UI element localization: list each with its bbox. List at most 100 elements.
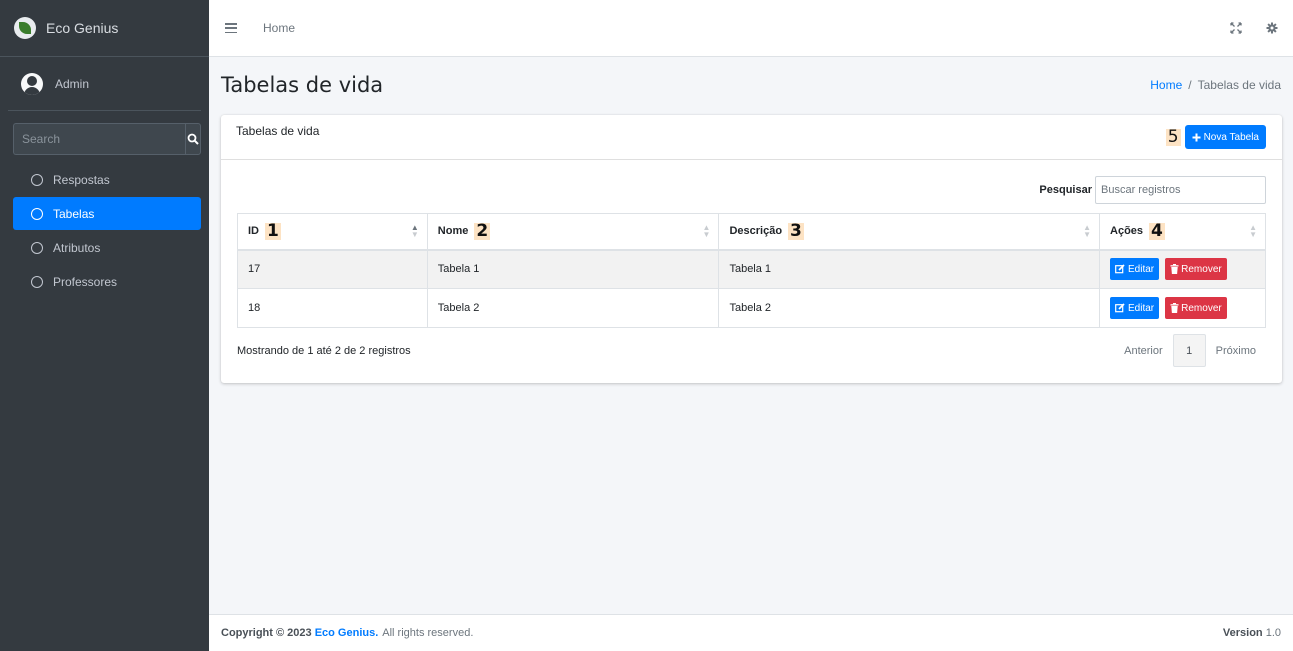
circle-icon [31,207,43,220]
breadcrumb-current: Tabelas de vida [1197,78,1281,92]
column-label: Nome [437,225,469,238]
remove-label: Remover [1181,263,1222,275]
footer-brand-link[interactable]: Eco Genius. [315,627,379,639]
cell-descricao: Tabela 2 [718,288,1101,328]
pagination: Anterior 1 Próximo [1114,334,1266,367]
user-name[interactable]: Admin [55,77,89,91]
pagination-next[interactable]: Próximo [1206,335,1266,367]
annotation-marker: 3 [788,220,804,241]
cell-id: 18 [237,288,428,328]
sidebar-item-tabelas[interactable]: Tabelas [13,197,201,230]
column-label: ID [248,225,259,238]
sort-icon: ▲ ▼ [1083,223,1092,239]
edit-icon [1115,303,1125,313]
circle-icon [31,275,43,288]
eco-genius-logo-icon [14,17,36,39]
cell-id: 17 [237,249,428,289]
sidebar-search-input[interactable] [13,123,185,155]
copyright-text: Copyright © 2023 Eco Genius. [221,627,379,639]
filter-label: Pesquisar [1039,184,1092,196]
rights-text: All rights reserved. [382,627,474,639]
edit-icon [1115,264,1125,274]
card-tools: 5 Nova Tabela [1165,125,1266,149]
tables-card: Tabelas de vida 5 Nova Tabela Pesquisar … [221,115,1282,383]
column-header-acoes[interactable]: Ações 4 ▲ ▼ [1099,213,1266,251]
cell-actions: Editar Remover [1099,288,1266,328]
column-header-id[interactable]: ID 1 ▲ ▼ [237,213,428,251]
top-navbar: Home [209,0,1293,57]
breadcrumb: Home / Tabelas de vida [1150,78,1281,92]
annotation-marker: 2 [474,220,491,241]
cell-nome: Tabela 1 [426,249,720,289]
edit-label: Editar [1128,302,1155,314]
annotation-marker: 5 [1165,126,1181,147]
pagination-page-1[interactable]: 1 [1172,334,1206,367]
page-footer: Copyright © 2023 Eco Genius. All rights … [209,614,1293,651]
cell-descricao: Tabela 1 [718,249,1101,289]
sidebar-item-atributos[interactable]: Atributos [13,231,201,264]
fullscreen-icon[interactable] [1229,21,1243,35]
table-header-row: ID 1 ▲ ▼ Nome 2 ▲ ▼ Descrição 3 ▲ ▼ Ações 4 ▲ ▼ [237,213,1266,251]
gear-icon[interactable] [1265,21,1279,35]
breadcrumb-separator: / [1188,78,1192,92]
page-title: Tabelas de vida [221,73,384,97]
breadcrumb-home[interactable]: Home [1150,78,1182,92]
records-info: Mostrando de 1 até 2 de 2 registros [237,344,411,357]
settings-gear-icon [1266,22,1278,34]
table-footer: Mostrando de 1 até 2 de 2 registros Ante… [237,328,1266,373]
brand-text: Eco Genius [46,20,119,36]
table-row: 18 Tabela 2 Tabela 2 Editar Remover [237,288,1266,328]
user-panel[interactable]: Admin [8,57,201,111]
sidebar-item-label: Professores [53,274,118,289]
search-button[interactable] [185,123,201,155]
new-table-label: Nova Tabela [1203,131,1259,143]
nav-home-link[interactable]: Home [263,21,295,35]
edit-button[interactable]: Editar [1110,297,1160,319]
trash-icon [1170,303,1179,313]
sidebar-item-label: Atributos [53,240,101,255]
table-row: 17 Tabela 1 Tabela 1 Editar Remover [237,249,1266,289]
cell-nome: Tabela 2 [426,288,720,328]
content-header: Tabelas de vida Home / Tabelas de vida [209,57,1293,113]
column-label: Descrição [729,225,783,238]
sidebar-search [13,123,201,155]
remove-label: Remover [1181,302,1222,314]
sort-icon: ▲ ▼ [1249,223,1257,239]
card-header: Tabelas de vida 5 Nova Tabela [221,115,1282,160]
annotation-marker: 4 [1149,220,1165,241]
circle-icon [31,241,43,254]
column-label: Ações [1110,225,1144,238]
edit-label: Editar [1128,263,1155,275]
table-filter: Pesquisar [237,176,1266,204]
data-table: ID 1 ▲ ▼ Nome 2 ▲ ▼ Descrição 3 ▲ ▼ Ações 4 ▲ ▼ 17 T… [237,213,1266,328]
column-header-descricao[interactable]: Descrição 3 ▲ ▼ [718,213,1101,251]
circle-icon [31,173,43,186]
card-body: Pesquisar ID 1 ▲▼ Nome 2 ▲▼ Descrição 3 ▲▼ Açõ… [221,160,1282,373]
column-header-nome[interactable]: Nome 2 ▲ ▼ [426,213,720,251]
edit-button[interactable]: Editar [1110,258,1160,281]
search-icon [187,133,199,145]
pagination-previous[interactable]: Anterior [1114,335,1173,367]
card-title: Tabelas de vida [236,124,320,138]
version-info: Version 1.0 [1222,627,1281,639]
remove-button[interactable]: Remover [1165,258,1227,281]
trash-icon [1170,264,1179,275]
expand-arrows-icon [1230,22,1242,34]
sidebar-item-label: Tabelas [53,206,95,221]
remove-button[interactable]: Remover [1165,297,1227,319]
sidebar-item-professores[interactable]: Professores [13,265,201,298]
sort-icon: ▲ ▼ [702,223,711,239]
new-table-button[interactable]: Nova Tabela [1184,125,1266,149]
user-avatar-icon [21,72,43,95]
sidebar: Eco Genius Admin Respostas Tabelas Atrib… [0,0,209,651]
table-search-input[interactable] [1095,176,1266,204]
annotation-marker: 1 [265,220,281,241]
sidebar-nav: Respostas Tabelas Atributos Professores [0,163,209,298]
sidebar-item-respostas[interactable]: Respostas [13,163,201,196]
hamburger-menu-icon[interactable] [225,23,237,33]
cell-actions: Editar Remover [1099,249,1266,289]
brand-link[interactable]: Eco Genius [0,0,209,57]
plus-icon [1192,133,1201,141]
sidebar-item-label: Respostas [53,172,110,187]
navbar-right [1229,21,1279,35]
